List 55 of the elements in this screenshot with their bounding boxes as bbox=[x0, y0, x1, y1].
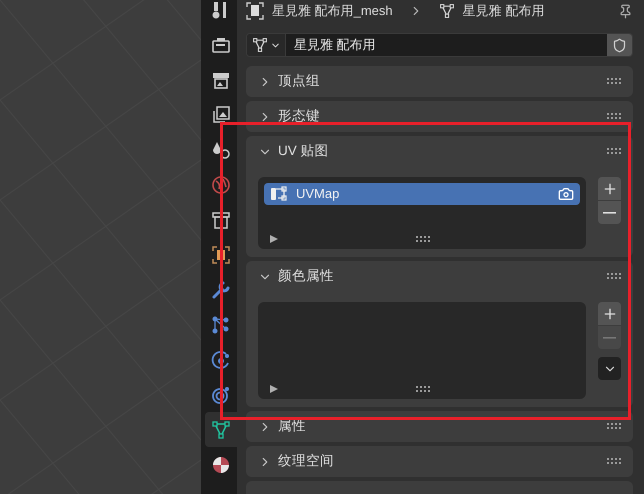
rings-icon bbox=[211, 384, 231, 404]
list-item-label: UVMap bbox=[296, 185, 340, 204]
shield-icon bbox=[612, 38, 627, 52]
box-icon bbox=[211, 210, 231, 230]
panel-title: 形态键 bbox=[278, 107, 321, 126]
printer-icon bbox=[211, 70, 231, 88]
globe-icon bbox=[211, 174, 231, 194]
menu-dropdown-button[interactable] bbox=[598, 357, 621, 380]
nodes-icon bbox=[211, 314, 231, 334]
uv-map-icon bbox=[270, 186, 288, 202]
image-stack-icon bbox=[211, 104, 231, 124]
plus-icon bbox=[602, 306, 618, 322]
mesh-triangle-icon bbox=[252, 37, 268, 53]
panel-header[interactable]: 纹理空间 bbox=[246, 446, 633, 477]
panel-header[interactable]: 颜色属性 bbox=[246, 261, 633, 292]
minus-icon bbox=[603, 212, 616, 214]
panel-header[interactable]: 形态键 bbox=[246, 101, 633, 132]
panel-title: UV 贴图 bbox=[278, 142, 330, 160]
drag-handle-icon[interactable] bbox=[607, 78, 621, 85]
resize-grip-icon[interactable] bbox=[416, 236, 430, 242]
remove-button[interactable] bbox=[598, 201, 621, 224]
panel-header[interactable]: 顶点组 bbox=[246, 66, 633, 97]
mesh-triangle-icon bbox=[211, 420, 231, 440]
list-item[interactable]: UVMap bbox=[264, 183, 580, 205]
panel-title: 纹理空间 bbox=[278, 452, 335, 470]
shapes-icon bbox=[211, 140, 231, 160]
play-triangle-icon[interactable] bbox=[270, 385, 278, 393]
pin-icon[interactable] bbox=[618, 4, 633, 18]
add-button[interactable] bbox=[598, 302, 621, 325]
mesh-browse-button[interactable] bbox=[247, 34, 285, 56]
wrench-icon bbox=[211, 280, 231, 300]
sphere-icon bbox=[211, 454, 231, 474]
square-frame-icon bbox=[211, 244, 231, 264]
panel-title: 顶点组 bbox=[278, 72, 321, 90]
drag-handle-icon[interactable] bbox=[607, 458, 621, 465]
drag-handle-icon[interactable] bbox=[607, 423, 621, 430]
minus-icon bbox=[603, 336, 616, 338]
camera-icon[interactable] bbox=[558, 186, 574, 202]
play-triangle-icon[interactable] bbox=[270, 235, 278, 243]
breadcrumb-item[interactable]: 星見雅 配布用_mesh bbox=[272, 1, 393, 21]
object-frame-icon bbox=[246, 2, 264, 20]
fake-user-button[interactable] bbox=[607, 34, 632, 56]
camera-back-icon bbox=[211, 36, 231, 54]
drag-handle-icon[interactable] bbox=[607, 113, 621, 120]
properties-tab[interactable] bbox=[205, 412, 237, 447]
drag-handle-icon[interactable] bbox=[607, 273, 621, 280]
add-button[interactable] bbox=[598, 177, 621, 200]
panel-title: 颜色属性 bbox=[278, 267, 335, 286]
panel-header[interactable]: UV 贴图 bbox=[246, 136, 633, 167]
drag-handle-icon[interactable] bbox=[607, 148, 621, 155]
breadcrumb-item[interactable]: 星見雅 配布用 bbox=[462, 1, 544, 21]
mesh-triangle-icon bbox=[438, 3, 455, 19]
resize-grip-icon[interactable] bbox=[416, 386, 430, 392]
plus-icon bbox=[602, 180, 618, 196]
orbit-icon bbox=[211, 350, 231, 370]
